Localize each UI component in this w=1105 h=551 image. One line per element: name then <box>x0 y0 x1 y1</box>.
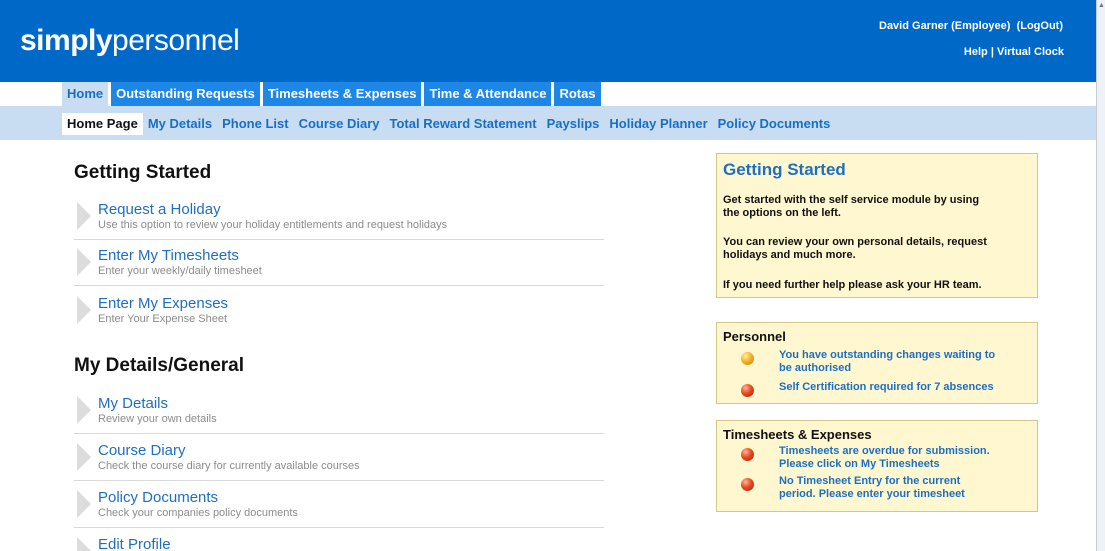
user-info: David Garner (Employee) (LogOut) <box>879 20 1063 32</box>
section-title-my-details-general: My Details/General <box>74 355 245 376</box>
section-title-getting-started: Getting Started <box>74 162 212 183</box>
alert-item[interactable]: You have outstanding changes waiting to … <box>741 349 1031 375</box>
subnav-my-details[interactable]: My Details <box>143 113 217 135</box>
subnav-total-reward-statement[interactable]: Total Reward Statement <box>385 113 542 135</box>
list-item-request-holiday[interactable]: Request a Holiday Use this option to rev… <box>74 198 604 240</box>
list-item-enter-timesheets[interactable]: Enter My Timesheets Enter your weekly/da… <box>74 244 604 286</box>
help-link[interactable]: Help <box>964 46 988 58</box>
info-box-line: If you need further help please ask your… <box>723 279 982 291</box>
info-box-line: the options on the left. <box>723 207 841 219</box>
app-logo[interactable]: simplypersonnel <box>20 24 240 58</box>
status-red-icon <box>741 384 754 397</box>
info-box-line: holidays and much more. <box>723 249 856 261</box>
logo-regular-text: personnel <box>112 24 240 57</box>
item-description: Enter your weekly/daily timesheet <box>98 265 262 277</box>
scroll-up-icon[interactable]: ▲ <box>1098 2 1105 9</box>
arrow-right-icon <box>77 443 91 471</box>
item-description: Use this option to review your holiday e… <box>98 219 448 231</box>
list-item-policy-documents[interactable]: Policy Documents Check your companies po… <box>74 486 604 528</box>
timesheets-alerts-box: Timesheets & Expenses Timesheets are ove… <box>716 420 1038 512</box>
info-box-line: Get started with the self service module… <box>723 194 980 206</box>
arrow-right-icon <box>77 296 91 324</box>
main-tabs: Home Outstanding Requests Timesheets & E… <box>62 82 604 106</box>
alert-line: You have outstanding changes waiting to <box>779 349 996 361</box>
list-item-edit-profile[interactable]: Edit Profile <box>74 533 604 551</box>
tab-timesheets-expenses[interactable]: Timesheets & Expenses <box>262 82 422 106</box>
sub-nav-bar: Home Page My Details Phone List Course D… <box>0 106 1096 140</box>
status-orange-icon <box>741 352 754 365</box>
item-title[interactable]: Enter My Expenses <box>98 295 228 312</box>
user-name: David Garner (Employee) <box>879 20 1011 32</box>
tab-time-attendance[interactable]: Time & Attendance <box>424 82 552 106</box>
list-item-my-details[interactable]: My Details Review your own details <box>74 392 604 434</box>
page-root: simplypersonnel David Garner (Employee) … <box>0 0 1105 551</box>
alert-line: period. Please enter your timesheet <box>779 488 965 500</box>
arrow-right-icon <box>77 490 91 518</box>
app-header: simplypersonnel David Garner (Employee) … <box>0 0 1096 82</box>
alert-text[interactable]: Timesheets are overdue for submission. P… <box>779 445 1034 471</box>
alert-line: Timesheets are overdue for submission. <box>779 445 990 457</box>
help-links: Help | Virtual Clock <box>964 46 1064 58</box>
tab-home[interactable]: Home <box>62 82 109 106</box>
logo-bold-text: simply <box>20 24 113 57</box>
item-description: Check the course diary for currently ava… <box>98 460 360 472</box>
alert-item[interactable]: No Timesheet Entry for the current perio… <box>741 475 1031 501</box>
subnav-phone-list[interactable]: Phone List <box>217 113 293 135</box>
alert-text[interactable]: No Timesheet Entry for the current perio… <box>779 475 1034 501</box>
list-item-course-diary[interactable]: Course Diary Check the course diary for … <box>74 439 604 481</box>
getting-started-info-box: Getting Started Get started with the sel… <box>716 153 1038 298</box>
item-description: Enter Your Expense Sheet <box>98 313 228 325</box>
item-title[interactable]: Policy Documents <box>98 489 218 506</box>
item-title[interactable]: Request a Holiday <box>98 201 221 218</box>
alert-line: Self Certification required for 7 absenc… <box>779 381 994 393</box>
item-description: Review your own details <box>98 413 217 425</box>
subnav-holiday-planner[interactable]: Holiday Planner <box>604 113 712 135</box>
subnav-course-diary[interactable]: Course Diary <box>294 113 385 135</box>
alert-text[interactable]: Self Certification required for 7 absenc… <box>779 381 1034 394</box>
item-description: Check your companies policy documents <box>98 507 298 519</box>
link-separator: | <box>990 46 994 58</box>
alert-line: Please click on My Timesheets <box>779 458 940 470</box>
info-box-line: You can review your own personal details… <box>723 236 987 248</box>
status-red-icon <box>741 448 754 461</box>
alert-line: No Timesheet Entry for the current <box>779 475 961 487</box>
virtual-clock-link[interactable]: Virtual Clock <box>997 46 1064 58</box>
personnel-alerts-box: Personnel You have outstanding changes w… <box>716 322 1038 404</box>
status-red-icon <box>741 478 754 491</box>
item-title[interactable]: Enter My Timesheets <box>98 247 239 264</box>
tab-outstanding-requests[interactable]: Outstanding Requests <box>111 82 260 106</box>
item-title[interactable]: Edit Profile <box>98 536 171 551</box>
item-title[interactable]: My Details <box>98 395 168 412</box>
sub-nav-items: Home Page My Details Phone List Course D… <box>62 113 835 135</box>
subnav-home-page[interactable]: Home Page <box>62 113 143 135</box>
alert-item[interactable]: Timesheets are overdue for submission. P… <box>741 445 1031 471</box>
arrow-right-icon <box>77 396 91 424</box>
arrow-right-icon <box>77 537 91 551</box>
tab-rotas[interactable]: Rotas <box>554 82 601 106</box>
timesheets-box-title: Timesheets & Expenses <box>723 427 872 442</box>
list-item-enter-expenses[interactable]: Enter My Expenses Enter Your Expense She… <box>74 292 604 334</box>
vertical-scrollbar[interactable]: ▲ <box>1096 0 1105 551</box>
subnav-payslips[interactable]: Payslips <box>542 113 605 135</box>
arrow-right-icon <box>77 202 91 230</box>
logout-link[interactable]: (LogOut) <box>1017 20 1063 32</box>
info-box-title: Getting Started <box>723 160 846 179</box>
alert-item[interactable]: Self Certification required for 7 absenc… <box>741 381 1031 397</box>
subnav-policy-documents[interactable]: Policy Documents <box>713 113 836 135</box>
arrow-right-icon <box>77 248 91 276</box>
item-title[interactable]: Course Diary <box>98 442 186 459</box>
alert-line: be authorised <box>779 362 852 374</box>
alert-text[interactable]: You have outstanding changes waiting to … <box>779 349 1034 375</box>
personnel-box-title: Personnel <box>723 329 786 344</box>
